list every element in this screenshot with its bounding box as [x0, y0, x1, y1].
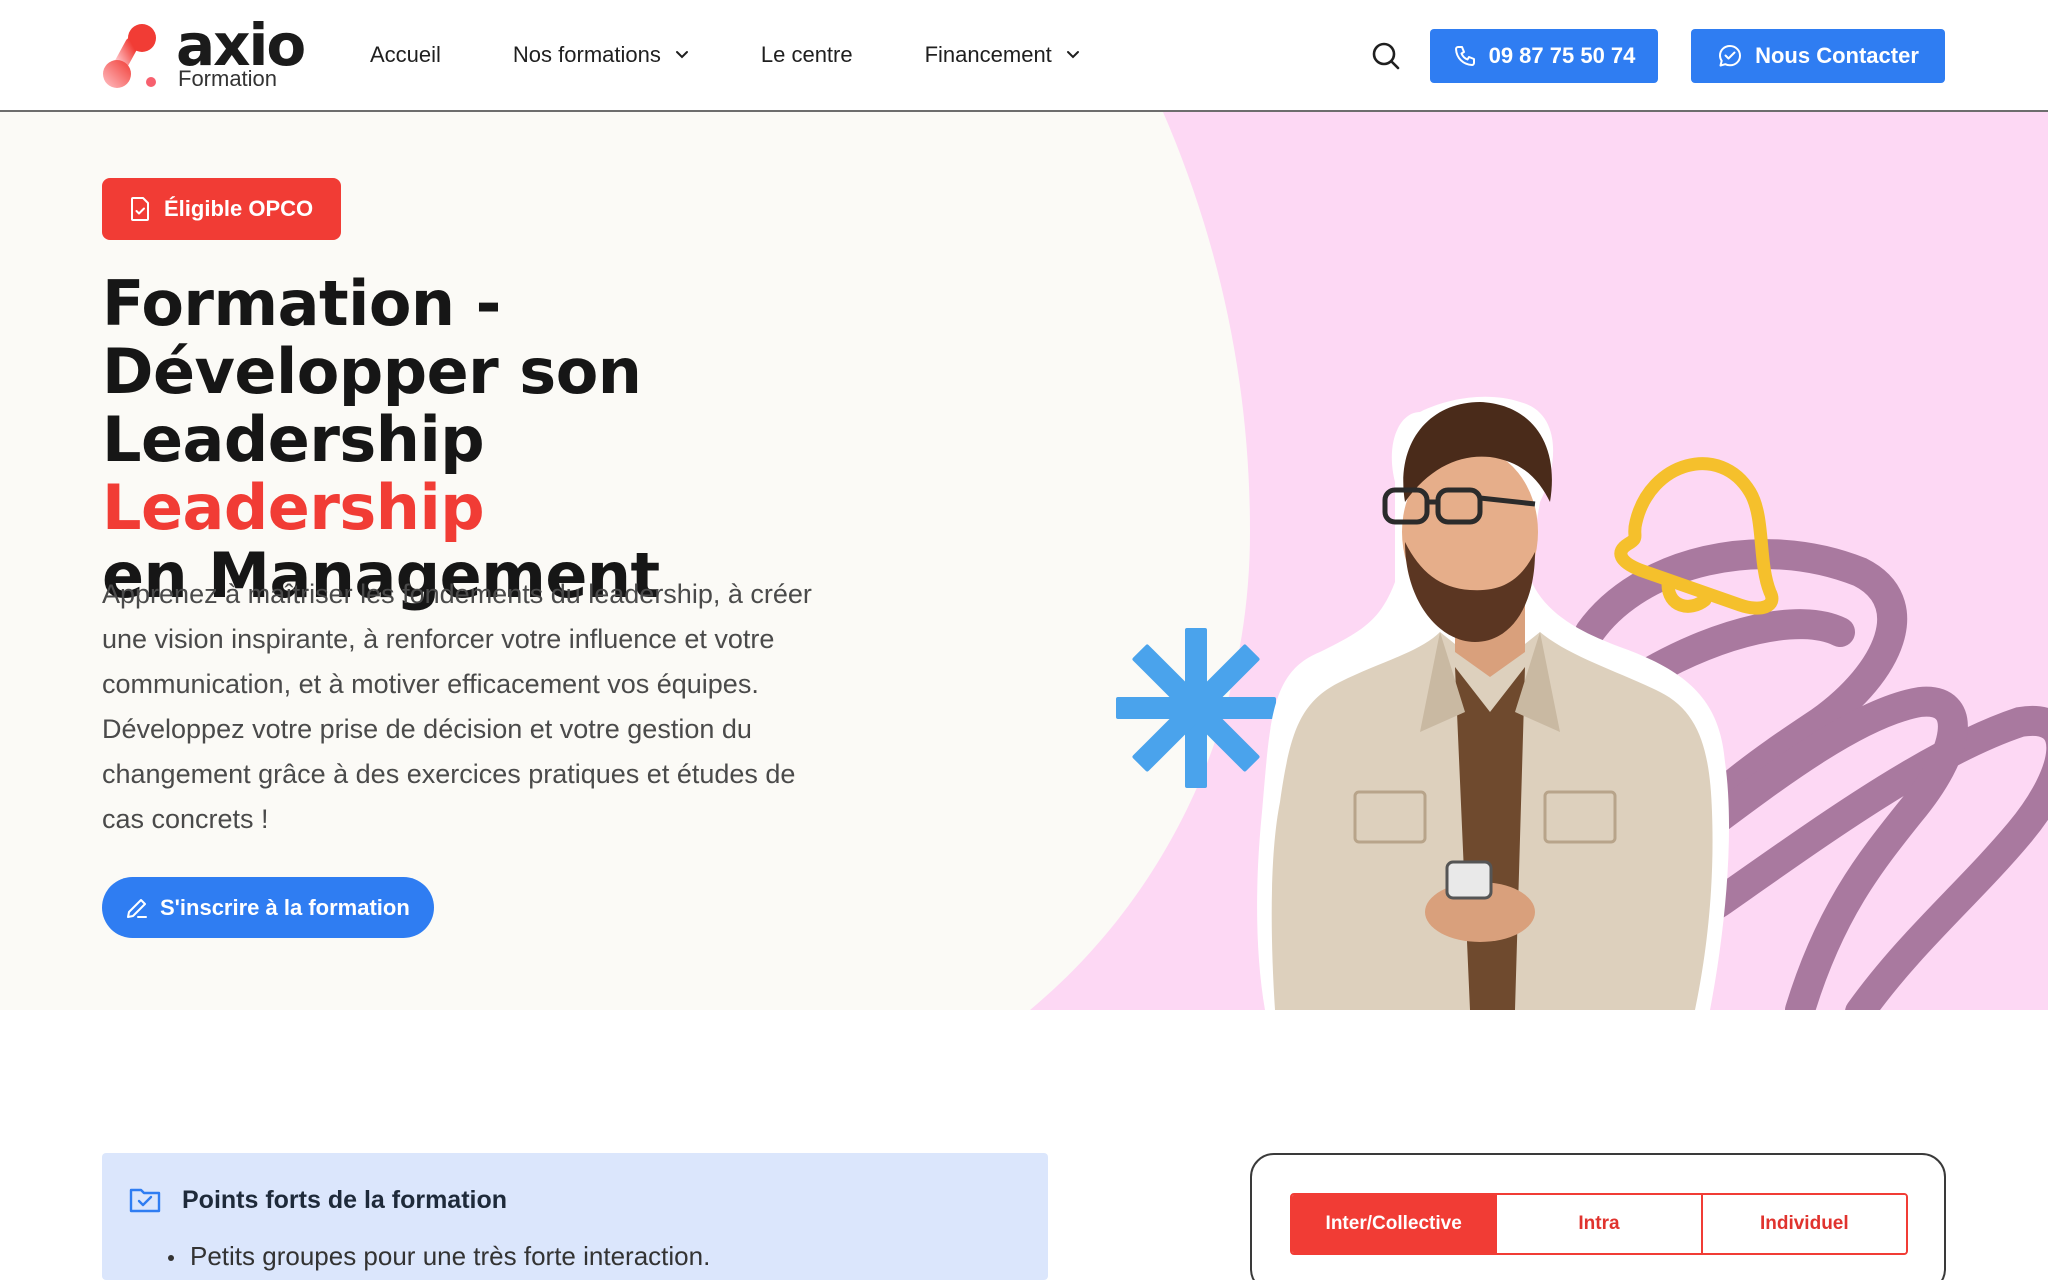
nav-item-accueil[interactable]: Accueil: [370, 42, 441, 68]
chat-icon: [1719, 45, 1742, 67]
nav-item-financement[interactable]: Financement: [925, 42, 1080, 68]
contact-button[interactable]: Nous Contacter: [1691, 29, 1945, 83]
brand-subtitle: Formation: [178, 66, 278, 91]
main-nav: Accueil Nos formations Le centre Finance…: [370, 0, 1152, 110]
hero-section: Éligible OPCO Formation - Développer son…: [0, 112, 2048, 1010]
chevron-down-icon: [675, 51, 688, 59]
register-button[interactable]: S'inscrire à la formation: [102, 877, 434, 938]
pricing-card: Inter/Collective Intra Individuel: [1250, 1153, 1946, 1280]
badge-label: Éligible OPCO: [164, 196, 314, 221]
opco-badge: Éligible OPCO: [102, 178, 342, 240]
tab-individuel[interactable]: Individuel: [1700, 1195, 1906, 1253]
site-header: axio Formation Accueil Nos formations Le…: [0, 0, 2048, 112]
nav-item-label: Nos formations: [512, 42, 661, 67]
register-label: S'inscrire à la formation: [160, 894, 410, 920]
tab-intra[interactable]: Intra: [1495, 1195, 1701, 1253]
nav-item-label: Financement: [924, 42, 1052, 67]
pricing-tabs: Inter/Collective Intra Individuel: [1290, 1193, 1908, 1255]
logo-mark-icon: [103, 24, 156, 88]
nav-item-label: Le centre: [760, 42, 853, 67]
title-line-2: Développer son: [102, 335, 642, 408]
brand-logo[interactable]: axio Formation: [102, 16, 332, 92]
phone-number: 09 87 75 50 74: [1488, 43, 1636, 68]
title-line-3-dark: Leadership: [102, 403, 485, 476]
chevron-down-icon: [1066, 51, 1079, 59]
phone-button[interactable]: 09 87 75 50 74: [1430, 29, 1658, 83]
document-check-icon: [131, 197, 149, 221]
phone-icon: [1454, 46, 1475, 66]
nav-item-le-centre[interactable]: Le centre: [761, 42, 853, 68]
highlights-box: Points forts de la formation Petits grou…: [102, 1153, 1048, 1280]
pencil-icon: [127, 898, 147, 918]
highlights-list: Petits groupes pour une très forte inter…: [168, 1241, 710, 1272]
search-icon[interactable]: [1370, 40, 1402, 72]
highlights-title: Points forts de la formation: [182, 1185, 508, 1214]
title-line-3-accent: Leadership: [102, 471, 485, 544]
nav-item-label: Accueil: [370, 42, 441, 67]
hero-description: Apprenez à maîtriser les fondements du l…: [102, 579, 812, 834]
folder-check-icon: [129, 1188, 161, 1213]
list-item: Petits groupes pour une très forte inter…: [168, 1241, 710, 1272]
title-line-1: Formation -: [102, 267, 501, 340]
nav-item-nos-formations[interactable]: Nos formations: [513, 42, 689, 68]
tab-inter-collective[interactable]: Inter/Collective: [1292, 1195, 1496, 1253]
highlights-header: Points forts de la formation: [128, 1185, 507, 1215]
page-title: Formation - Développer son Leadership Le…: [102, 270, 862, 610]
contact-label: Nous Contacter: [1755, 43, 1919, 68]
